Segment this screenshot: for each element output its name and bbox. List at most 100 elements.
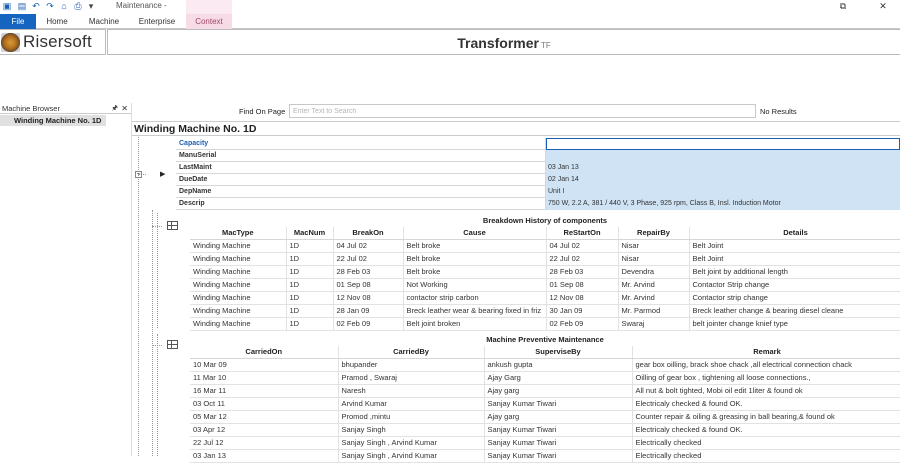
tab-enterprise[interactable]: Enterprise <box>132 14 182 29</box>
cell-macnum[interactable]: 1D <box>286 291 334 305</box>
grid-icon[interactable] <box>167 340 178 349</box>
cell-restarton[interactable]: 30 Jan 09 <box>546 304 619 318</box>
cell-superviseby[interactable]: Sanjay Kumar Tiwari <box>484 423 633 437</box>
cell-breakon[interactable]: 04 Jul 02 <box>333 239 404 253</box>
cell-cause[interactable]: Not Working <box>403 278 547 292</box>
cell-details[interactable]: Belt Joint <box>689 239 900 253</box>
cell-remark[interactable]: All nut & bolt tighted, Mobi oil edit 1l… <box>632 384 900 398</box>
cell-details[interactable]: Belt Joint <box>689 252 900 266</box>
cell-superviseby[interactable]: Sanjay Kumar Tiwari <box>484 436 633 450</box>
cell-cause[interactable]: Belt broke <box>403 239 547 253</box>
cell-restarton[interactable]: 22 Jul 02 <box>546 252 619 266</box>
table-row[interactable]: 03 Oct 11 Arvind Kumar Sanjay Kumar Tiwari… <box>190 397 900 411</box>
cell-remark[interactable]: Electricaly checked & found OK. <box>632 423 900 437</box>
cell-carriedon[interactable]: 03 Oct 11 <box>190 397 339 411</box>
table-row[interactable]: Winding Machine 1D 04 Jul 02 Belt broke 04 J… <box>190 239 900 253</box>
cell-details[interactable]: Contactor strip change <box>689 291 900 305</box>
dropdown-icon[interactable]: ▾ <box>86 1 96 11</box>
grid-icon[interactable] <box>167 221 178 230</box>
column-header-superviseby[interactable]: SuperviseBy <box>484 346 633 359</box>
cell-cause[interactable]: contactor strip carbon <box>403 291 547 305</box>
cell-mactype[interactable]: Winding Machine <box>190 317 287 331</box>
cell-details[interactable]: belt jointer change knief type <box>689 317 900 331</box>
table-row[interactable]: Winding Machine 1D 02 Feb 09 Belt joint bro… <box>190 317 900 331</box>
table-row[interactable]: Winding Machine 1D 01 Sep 08 Not Working 01 … <box>190 278 900 292</box>
cell-breakon[interactable]: 28 Feb 03 <box>333 265 404 279</box>
column-header-repairby[interactable]: RepairBy <box>618 227 690 240</box>
table-row[interactable]: Winding Machine 1D 22 Jul 02 Belt broke 22 J… <box>190 252 900 266</box>
cell-breakon[interactable]: 01 Sep 08 <box>333 278 404 292</box>
cell-restarton[interactable]: 04 Jul 02 <box>546 239 619 253</box>
column-header-restarton[interactable]: ReStartOn <box>546 227 619 240</box>
column-header-details[interactable]: Details <box>689 227 900 240</box>
column-header-carriedon[interactable]: CarriedOn <box>190 346 339 359</box>
table-row[interactable]: Winding Machine 1D 28 Jan 09 Breck leather … <box>190 304 900 318</box>
cell-restarton[interactable]: 01 Sep 08 <box>546 278 619 292</box>
property-value[interactable]: 02 Jan 14 <box>546 174 900 186</box>
cell-breakon[interactable]: 12 Nov 08 <box>333 291 404 305</box>
column-header-remark[interactable]: Remark <box>632 346 900 359</box>
cell-remark[interactable]: Oilling of gear box , tightening all loo… <box>632 371 900 385</box>
print-icon[interactable]: ⎙ <box>73 1 83 11</box>
tab-machine[interactable]: Machine <box>82 14 126 29</box>
cell-carriedby[interactable]: Pramod , Swaraj <box>338 371 485 385</box>
property-value[interactable]: 03 Jan 13 <box>546 162 900 174</box>
tab-context[interactable]: Context <box>186 14 232 29</box>
save-icon[interactable]: ▤ <box>17 1 27 11</box>
property-row-duedate[interactable]: DueDate 02 Jan 14 <box>176 174 900 186</box>
cell-superviseby[interactable]: ankush gupta <box>484 358 633 372</box>
property-value[interactable] <box>546 150 900 162</box>
cell-remark[interactable]: Electrically checked <box>632 436 900 450</box>
cell-repairby[interactable]: Mr. Parmod <box>618 304 690 318</box>
close-button[interactable]: ✕ <box>876 0 890 12</box>
cell-mactype[interactable]: Winding Machine <box>190 265 287 279</box>
undo-icon[interactable]: ↶ <box>31 1 41 11</box>
cell-carriedon[interactable]: 10 Mar 09 <box>190 358 339 372</box>
cell-carriedon[interactable]: 05 Mar 12 <box>190 410 339 424</box>
property-row-lastmaint[interactable]: LastMaint 03 Jan 13 <box>176 162 900 174</box>
cell-remark[interactable]: Counter repair & oiling & greasing in ba… <box>632 410 900 424</box>
table-row[interactable]: Winding Machine 1D 12 Nov 08 contactor stri… <box>190 291 900 305</box>
cell-repairby[interactable]: Swaraj <box>618 317 690 331</box>
cell-details[interactable]: Belt joint by additional length <box>689 265 900 279</box>
cell-carriedby[interactable]: Sanjay Singh , Arvind Kumar <box>338 436 485 450</box>
cell-cause[interactable]: Belt joint broken <box>403 317 547 331</box>
column-header-breakon[interactable]: BreakOn <box>333 227 404 240</box>
cell-carriedon[interactable]: 16 Mar 11 <box>190 384 339 398</box>
cell-carriedby[interactable]: Naresh <box>338 384 485 398</box>
cell-mactype[interactable]: Winding Machine <box>190 278 287 292</box>
restore-button[interactable]: ⧉ <box>836 0 850 12</box>
property-value[interactable]: 750 W, 2.2 A, 381 / 440 V, 3 Phase, 925 … <box>546 198 900 210</box>
cell-breakon[interactable]: 28 Jan 09 <box>333 304 404 318</box>
collapse-toggle[interactable]: − <box>135 171 142 178</box>
cell-carriedby[interactable]: bhupander <box>338 358 485 372</box>
table-row[interactable]: 16 Mar 11 Naresh Ajay garg All nut & bolt t… <box>190 384 900 398</box>
cell-repairby[interactable]: Nisar <box>618 252 690 266</box>
table-row[interactable]: 22 Jul 12 Sanjay Singh , Arvind Kumar Sanj… <box>190 436 900 450</box>
cell-macnum[interactable]: 1D <box>286 265 334 279</box>
property-value[interactable] <box>546 138 900 150</box>
close-pane-icon[interactable]: ✕ <box>121 103 128 114</box>
find-input[interactable] <box>289 104 756 118</box>
tab-home[interactable]: Home <box>38 14 76 29</box>
cell-remark[interactable]: Electricaly checked & found OK. <box>632 397 900 411</box>
column-header-carriedby[interactable]: CarriedBy <box>338 346 485 359</box>
cell-superviseby[interactable]: Ajay garg <box>484 384 633 398</box>
cell-restarton[interactable]: 28 Feb 03 <box>546 265 619 279</box>
table-row[interactable]: 10 Mar 09 bhupander ankush gupta gear box o… <box>190 358 900 372</box>
cell-carriedby[interactable]: Arvind Kumar <box>338 397 485 411</box>
column-header-macnum[interactable]: MacNum <box>286 227 334 240</box>
cell-superviseby[interactable]: Ajay garg <box>484 410 633 424</box>
cell-mactype[interactable]: Winding Machine <box>190 239 287 253</box>
table-row[interactable]: 03 Apr 12 Sanjay Singh Sanjay Kumar Tiwari… <box>190 423 900 437</box>
column-header-cause[interactable]: Cause <box>403 227 547 240</box>
cell-macnum[interactable]: 1D <box>286 252 334 266</box>
cell-restarton[interactable]: 02 Feb 09 <box>546 317 619 331</box>
table-row[interactable]: 05 Mar 12 Promod ,mintu Ajay garg Counter r… <box>190 410 900 424</box>
property-row-depname[interactable]: DepName Unit I <box>176 186 900 198</box>
cell-cause[interactable]: Belt broke <box>403 265 547 279</box>
cell-details[interactable]: Contactor Strip change <box>689 278 900 292</box>
column-header-mactype[interactable]: MacType <box>190 227 287 240</box>
browser-item-winding-machine-1d[interactable]: Winding Machine No. 1D <box>0 115 106 126</box>
property-row-descrip[interactable]: Descrip 750 W, 2.2 A, 381 / 440 V, 3 Pha… <box>176 198 900 210</box>
